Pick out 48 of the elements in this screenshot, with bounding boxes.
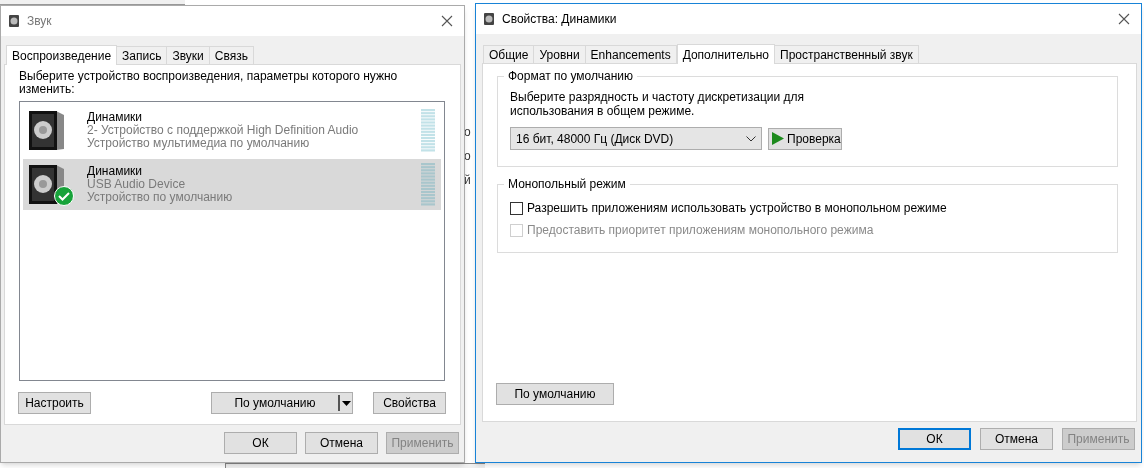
tab[interactable]: Дополнительно <box>676 44 776 64</box>
speaker-icon <box>28 108 66 151</box>
speaker-icon <box>28 162 66 205</box>
close-icon[interactable] <box>440 14 454 28</box>
set-default-button[interactable]: По умолчанию <box>211 392 353 414</box>
play-icon <box>772 132 784 145</box>
tab[interactable]: Уровни <box>533 45 586 63</box>
dialog-button[interactable]: ОК <box>898 428 971 450</box>
checkbox-label: Предоставить приоритет приложениям монопольного режима <box>527 222 874 239</box>
tab[interactable]: Воспроизведение <box>6 45 118 65</box>
checkbox[interactable] <box>510 201 523 215</box>
device-item[interactable]: Динамики USB Audio Device Устройство по умолчанию <box>23 159 441 210</box>
background-text: й <box>464 172 471 189</box>
level-meter-icon <box>421 162 435 207</box>
description-text: Выберите разрядность и частоту дискретизации для использования в общем режиме. <box>510 90 806 118</box>
group-legend: Монопольный режим <box>504 177 630 191</box>
checkbox-label: Разрешить приложениям использовать устройство в монопольном режиме <box>527 200 947 217</box>
dialog-button[interactable]: Отмена <box>980 428 1053 450</box>
tab[interactable]: Общие <box>483 45 535 63</box>
device-status: Устройство мультимедиа по умолчанию <box>87 137 311 150</box>
configure-button[interactable]: Настроить <box>18 392 91 414</box>
tab[interactable]: Enhancements <box>584 45 677 63</box>
device-description: USB Audio Device <box>87 178 187 191</box>
device-name: Динамики <box>87 111 143 124</box>
chevron-down-icon <box>746 135 756 142</box>
format-dropdown[interactable]: 16 бит, 48000 Гц (Диск DVD) <box>510 127 762 150</box>
group-legend: Формат по умолчанию <box>504 69 637 83</box>
instruction-text: Выберите устройство воспроизведения, параметры которого нужно изменить: <box>19 70 399 96</box>
test-button[interactable]: Проверка <box>768 127 842 150</box>
window-title: Звук <box>27 13 53 30</box>
speaker-icon <box>7 14 21 28</box>
restore-default-button[interactable]: По умолчанию <box>496 383 614 405</box>
background-text: о <box>464 148 471 165</box>
dialog-button[interactable]: ОК <box>224 432 297 454</box>
speaker-icon <box>482 12 496 26</box>
properties-button[interactable]: Свойства <box>373 392 446 414</box>
tab[interactable]: Связь <box>208 46 254 64</box>
tab[interactable]: Звуки <box>166 46 210 64</box>
background-text: о <box>464 124 471 141</box>
level-meter-icon <box>421 108 435 153</box>
device-description: 2- Устройство с поддержкой High Definition Audio <box>87 124 360 137</box>
tab[interactable]: Пространственный звук <box>774 45 919 63</box>
close-icon[interactable] <box>1117 12 1131 26</box>
dialog-button[interactable]: Отмена <box>305 432 378 454</box>
device-name: Динамики <box>87 165 144 178</box>
window-title: Свойства: Динамики <box>502 11 618 28</box>
device-status: Устройство по умолчанию <box>87 191 234 204</box>
dropdown-arrow-icon <box>338 395 352 411</box>
